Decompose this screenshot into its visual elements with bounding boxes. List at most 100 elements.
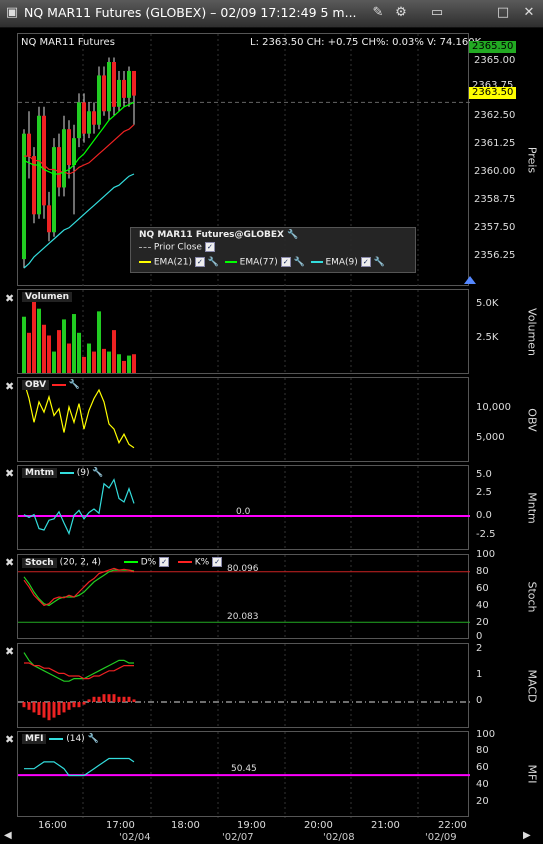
close-icon[interactable]: ✕ (520, 4, 538, 22)
candle-body (117, 79, 121, 107)
stoch-tick: 80 (476, 566, 489, 577)
mfi-tick: 100 (476, 729, 496, 740)
indicator-legend[interactable]: NQ MAR11 Futures@GLOBEX 🔧 Prior Close ✓ E… (130, 227, 416, 273)
mntm-zero-label: 0.0 (236, 507, 251, 517)
wrench-icon: 🔧 (87, 734, 99, 744)
checkbox-icon: ✓ (159, 557, 170, 567)
macd-hist-bar (92, 696, 96, 702)
wrench-icon: 🔧 (68, 380, 81, 390)
volume-panel[interactable]: Volumen (17, 289, 469, 375)
close-obv-icon[interactable]: ✖ (5, 380, 14, 393)
mfi-axis: 100 80 60 40 20 (469, 729, 522, 817)
candle-body (47, 205, 51, 233)
volume-axis: 5.0K 2.5K (469, 289, 522, 374)
checkbox-icon: ✓ (280, 257, 291, 267)
price-tick: 2357.50 (474, 222, 516, 233)
scroll-left-icon[interactable]: ◀ (4, 830, 12, 841)
time-label: 22:00 (438, 820, 467, 831)
close-mntm-icon[interactable]: ✖ (5, 467, 14, 480)
time-axis[interactable]: 16:00 17:00 18:00 19:00 20:00 21:00 22:0… (17, 818, 469, 844)
link-icon[interactable]: ⚙ (392, 4, 410, 22)
volume-tick: 2.5K (476, 332, 499, 343)
macd-hist-bar (97, 696, 101, 702)
stoch-panel[interactable]: Stoch (20, 2, 4) D% ✓ K% ✓ 80.096 20.083 (17, 554, 470, 640)
close-macd-icon[interactable]: ✖ (5, 645, 14, 658)
macd-hist-bar (37, 702, 41, 715)
candle-body (52, 147, 56, 233)
candle-body (122, 79, 126, 98)
wrench-icon: 🔧 (92, 468, 104, 478)
candle-body (87, 111, 91, 134)
wrench-icon: 🔧 (290, 257, 305, 268)
macd-hist-bar (117, 696, 121, 702)
volume-bar (52, 351, 56, 373)
top-price-tag: 2365.50 (469, 41, 517, 53)
close-mfi-icon[interactable]: ✖ (5, 733, 14, 746)
macd-signal-line (24, 662, 134, 680)
candle-body (77, 102, 81, 139)
mntm-tick: -2.5 (476, 529, 496, 540)
wrench-icon: 🔧 (370, 257, 385, 268)
macd-hist-bar (22, 702, 26, 708)
candle-body (97, 75, 101, 125)
mfi-chart (18, 732, 470, 818)
stoch-tick: 60 (476, 583, 489, 594)
mntm-panel[interactable]: Mntm (9) 🔧 0.0 (17, 465, 470, 551)
candle-body (92, 111, 96, 125)
mntm-tick: 2.5 (476, 487, 492, 498)
window-menu-icon[interactable]: ▣ (3, 4, 21, 22)
macd-hist-bar (102, 694, 106, 702)
time-label: 16:00 (38, 820, 67, 831)
stoch-level-label: 20.083 (227, 612, 259, 622)
legend-prior-close[interactable]: Prior Close ✓ (139, 242, 215, 253)
volume-bar (112, 330, 116, 373)
obv-chart (23, 378, 419, 463)
close-volume-icon[interactable]: ✖ (5, 292, 14, 305)
mfi-panel[interactable]: MFI (14) 🔧 50.45 (17, 731, 470, 818)
legend-ema-row[interactable]: EMA(21) ✓ 🔧 EMA(77) ✓ 🔧 EMA(9) ✓ 🔧 (139, 257, 385, 268)
candle-body (82, 102, 86, 134)
time-label: 18:00 (171, 820, 200, 831)
scroll-right-icon[interactable]: ▶ (523, 830, 531, 841)
wrench-icon: 🔧 (287, 230, 299, 240)
time-label: 19:00 (237, 820, 266, 831)
macd-hist-bar (32, 702, 36, 713)
macd-panel[interactable] (17, 643, 470, 729)
macd-hist-bar (87, 699, 91, 702)
obv-label: OBV 🔧 (22, 380, 80, 390)
macd-hist-bar (132, 699, 136, 702)
stoch-axis-title: Stoch (525, 580, 539, 613)
stoch-tick: 20 (476, 617, 489, 628)
volume-bar (57, 330, 61, 373)
volume-bar (47, 335, 51, 373)
macd-hist-bar (127, 696, 131, 702)
price-tick: 2365.00 (474, 55, 516, 66)
macd-hist-bar (122, 696, 126, 702)
mntm-line (23, 478, 135, 536)
candle-body (72, 138, 76, 166)
candle-body (112, 62, 116, 107)
obv-line (23, 381, 135, 449)
last-price-tag: 2363.50 (469, 87, 517, 99)
scroll-marker-icon[interactable] (464, 276, 476, 284)
maximize-icon[interactable]: □ (494, 4, 512, 22)
mntm-label: Mntm (9) 🔧 (22, 468, 104, 478)
macd-hist-bar (47, 702, 51, 721)
mfi-tick: 20 (476, 796, 489, 807)
macd-hist-bar (27, 702, 31, 710)
window-title: NQ MAR11 Futures (GLOBEX) – 02/09 17:12:… (24, 5, 357, 20)
price-axis-title: Preis (525, 146, 539, 173)
volume-bar (67, 343, 71, 373)
volume-chart (22, 290, 419, 375)
macd-hist-bar (72, 702, 76, 708)
candle-body (67, 129, 71, 166)
stoch-label: Stoch (20, 2, 4) D% ✓ K% ✓ (22, 557, 223, 568)
mntm-tick: 5.0 (476, 469, 492, 480)
close-stoch-icon[interactable]: ✖ (5, 556, 14, 569)
price-tick: 2356.25 (474, 250, 516, 261)
minimize-icon[interactable]: ▭ (428, 4, 446, 22)
macd-hist-bar (57, 702, 61, 715)
candle-body (132, 70, 136, 96)
obv-panel[interactable]: OBV 🔧 (17, 377, 469, 463)
pin-icon[interactable]: ✎ (369, 4, 387, 22)
